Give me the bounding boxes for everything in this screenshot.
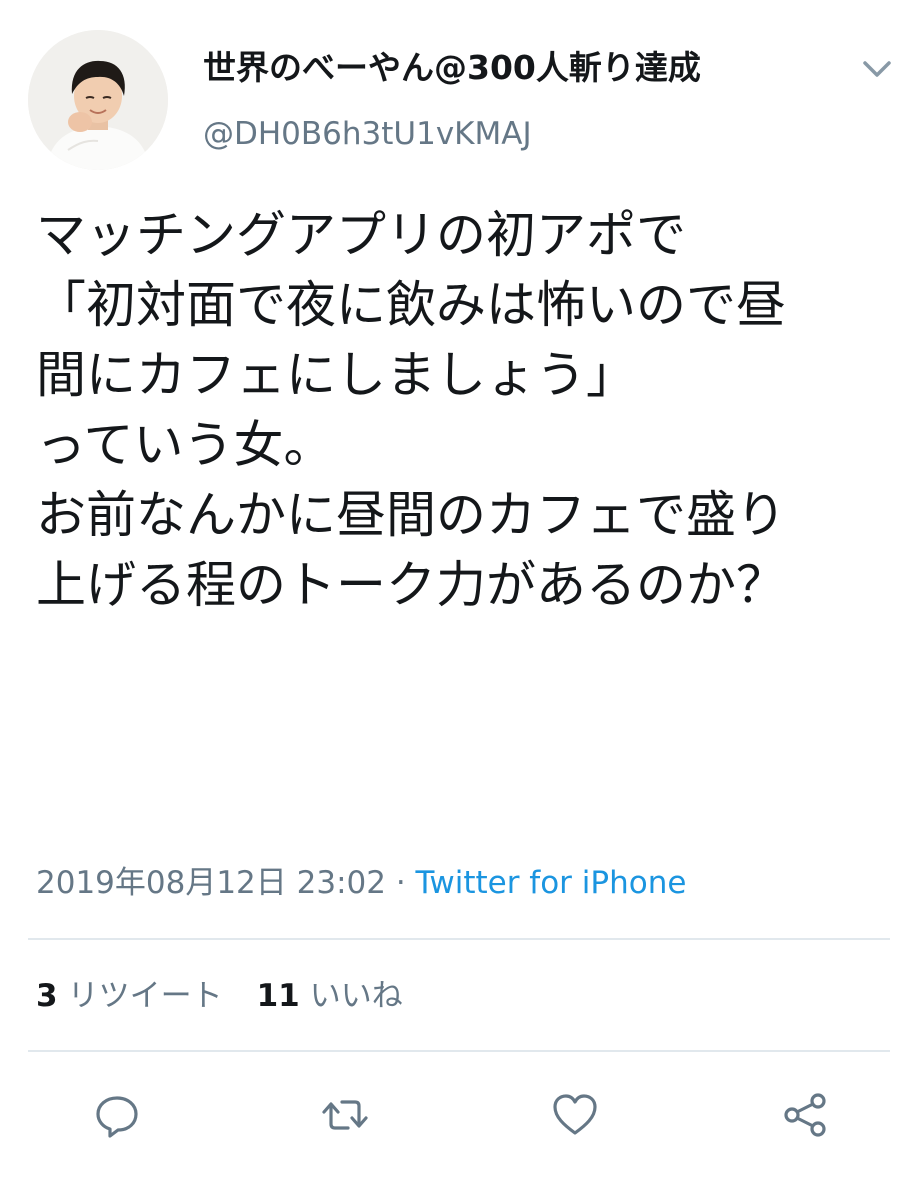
tweet-timestamp[interactable]: 2019年08月12日 23:02 [36, 865, 386, 901]
author-handle[interactable]: @DH0B6h3tU1vKMAJ [203, 114, 532, 154]
tweet-line: 間にカフェにしましょう」 [36, 346, 636, 404]
tweet-line: お前なんかに昼間のカフェで盛り [36, 486, 786, 544]
tweet-line: 上げる程のトーク力があるのか？ [36, 556, 786, 614]
tweet-meta: 2019年08月12日 23:02 · Twitter for iPhone [36, 860, 686, 906]
divider [28, 938, 890, 940]
divider [28, 1050, 890, 1052]
tweet-stats: 3 リツイート 11 いいね [36, 972, 437, 1020]
share-icon[interactable] [780, 1090, 830, 1140]
retweets-count: 3 [36, 978, 58, 1014]
chevron-down-icon[interactable] [858, 52, 896, 86]
meta-separator: · [385, 865, 416, 901]
retweets-stat[interactable]: 3 リツイート [36, 972, 223, 1020]
avatar[interactable] [28, 30, 168, 170]
tweet-text: マッチングアプリの初アポで 「初対面で夜に飲みは怖いので昼 間にカフェにしましょ… [36, 200, 896, 620]
likes-stat[interactable]: 11 いいね [257, 972, 403, 1020]
likes-count: 11 [256, 978, 300, 1014]
tweet-source-link[interactable]: Twitter for iPhone [416, 865, 687, 901]
tweet-line: っていう女。 [36, 416, 334, 474]
retweet-icon[interactable] [320, 1090, 370, 1140]
tweet-line: 「初対面で夜に飲みは怖いので昼 [36, 276, 786, 334]
tweet-line: マッチングアプリの初アポで [36, 206, 686, 264]
reply-icon[interactable] [92, 1090, 142, 1140]
likes-label: いいね [309, 978, 403, 1014]
user-photo-avatar-icon [28, 30, 168, 170]
retweets-label: リツイート [67, 978, 223, 1014]
author-name[interactable]: 世界のべーやん@300人斬り達成 [203, 46, 701, 90]
heart-icon[interactable] [550, 1090, 600, 1140]
